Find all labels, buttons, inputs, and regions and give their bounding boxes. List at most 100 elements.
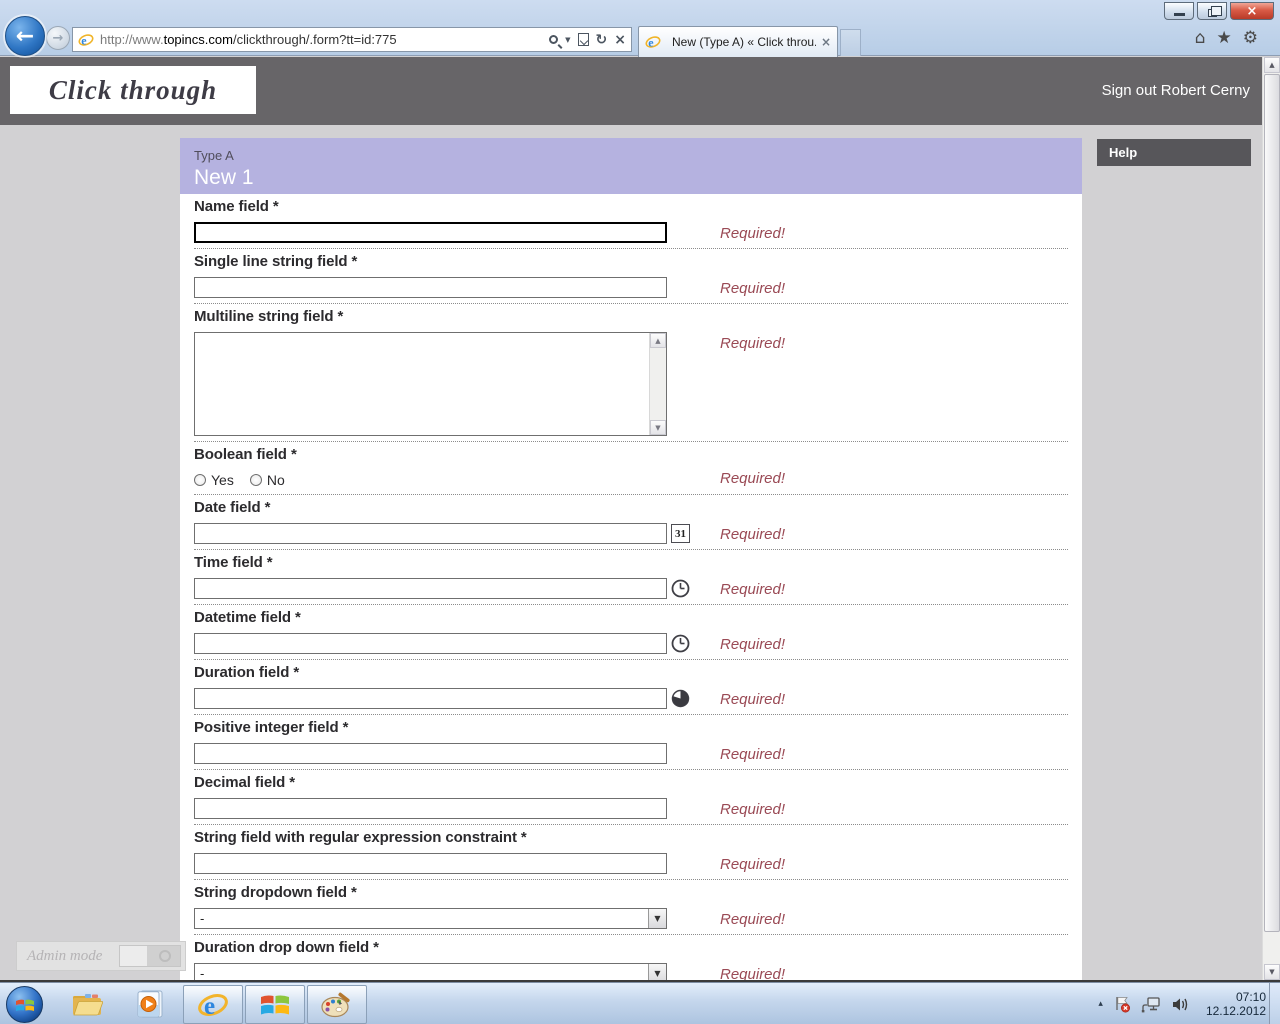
address-bar[interactable]: e http://www.topincs.com/clickthrough/.f… bbox=[72, 27, 632, 52]
site-logo[interactable]: Click through bbox=[10, 66, 256, 114]
field-label: String field with regular expression con… bbox=[194, 829, 1068, 847]
required-message: Required! bbox=[720, 636, 785, 653]
form-row-boolean: Boolean field * Yes No Required! bbox=[194, 442, 1068, 495]
scroll-up-icon[interactable]: ▲ bbox=[1264, 57, 1280, 73]
close-icon: × bbox=[1247, 4, 1258, 19]
toggle-knob-icon bbox=[159, 950, 171, 962]
internet-explorer-icon: e bbox=[197, 989, 229, 1021]
radio-option-yes[interactable]: Yes bbox=[194, 472, 234, 488]
page-scrollbar[interactable]: ▲ ▼ bbox=[1262, 57, 1280, 980]
form-row-duration-dropdown: Duration drop down field * - ▼ Required! bbox=[194, 935, 1068, 980]
tools-gear-icon[interactable]: ⚙ bbox=[1243, 28, 1258, 48]
home-icon[interactable]: ⌂ bbox=[1195, 28, 1206, 48]
forward-button[interactable]: → bbox=[46, 26, 70, 50]
tab-title: New (Type A) « Click throu... bbox=[672, 35, 816, 49]
media-player-button[interactable] bbox=[132, 989, 166, 1019]
stop-icon[interactable]: × bbox=[614, 32, 626, 48]
field-label: Time field * bbox=[194, 554, 1068, 572]
volume-icon[interactable] bbox=[1171, 996, 1190, 1013]
boolean-radio-group: Yes No bbox=[194, 471, 1068, 489]
show-desktop-button[interactable] bbox=[1269, 983, 1280, 1024]
calendar-icon[interactable]: 31 bbox=[671, 524, 690, 543]
radio-icon[interactable] bbox=[194, 474, 206, 486]
select-value: - bbox=[195, 966, 648, 980]
internet-explorer-taskbar-button[interactable]: e bbox=[183, 985, 243, 1024]
tray-expand-icon[interactable]: ▴ bbox=[1098, 999, 1103, 1009]
select-arrow-icon[interactable]: ▼ bbox=[648, 964, 666, 980]
decimal-field-input[interactable] bbox=[194, 798, 667, 819]
clock-icon[interactable] bbox=[671, 579, 690, 598]
required-message: Required! bbox=[720, 470, 785, 487]
multiline-string-textarea[interactable]: ▲ ▼ bbox=[194, 332, 667, 436]
single-line-string-input[interactable] bbox=[194, 277, 667, 298]
string-dropdown-select[interactable]: - ▼ bbox=[194, 908, 667, 929]
duration-field-input[interactable] bbox=[194, 688, 667, 709]
back-button[interactable]: ← bbox=[5, 16, 45, 56]
windows-app-taskbar-button[interactable] bbox=[245, 985, 305, 1024]
minimize-button[interactable] bbox=[1164, 2, 1194, 20]
help-button[interactable]: Help bbox=[1097, 139, 1251, 166]
favorites-star-icon[interactable]: ★ bbox=[1217, 28, 1232, 48]
select-arrow-icon[interactable]: ▼ bbox=[648, 909, 666, 928]
chevron-down-icon[interactable]: ▼ bbox=[565, 36, 570, 44]
scroll-up-icon[interactable]: ▲ bbox=[650, 333, 666, 348]
sign-out-link[interactable]: Sign out Robert Cerny bbox=[1102, 82, 1250, 99]
close-button[interactable]: × bbox=[1230, 2, 1274, 20]
radio-icon[interactable] bbox=[250, 474, 262, 486]
field-label: Datetime field * bbox=[194, 609, 1068, 627]
scroll-down-icon[interactable]: ▼ bbox=[650, 420, 666, 435]
time-field-input[interactable] bbox=[194, 578, 667, 599]
required-message: Required! bbox=[720, 581, 785, 598]
radio-option-no[interactable]: No bbox=[250, 472, 285, 488]
datetime-field-input[interactable] bbox=[194, 633, 667, 654]
select-value: - bbox=[195, 911, 648, 926]
refresh-icon[interactable]: ↻ bbox=[596, 32, 608, 48]
clock-icon[interactable] bbox=[671, 634, 690, 653]
restore-icon bbox=[1208, 9, 1217, 17]
admin-mode-label: Admin mode bbox=[17, 948, 119, 965]
media-player-icon bbox=[134, 989, 164, 1019]
start-button[interactable] bbox=[6, 986, 43, 1023]
address-bar-icons: ▼ ↻ × bbox=[549, 32, 626, 48]
windows-flag-icon bbox=[15, 997, 35, 1013]
form-row-regex-string: String field with regular expression con… bbox=[194, 825, 1068, 880]
taskbar-clock[interactable]: 07:10 12.12.2012 bbox=[1206, 990, 1266, 1018]
browser-tab[interactable]: e New (Type A) « Click throu... × bbox=[638, 26, 838, 57]
regex-string-input[interactable] bbox=[194, 853, 667, 874]
file-explorer-button[interactable] bbox=[70, 989, 104, 1019]
required-message: Required! bbox=[720, 856, 785, 873]
field-label: Date field * bbox=[194, 499, 1068, 517]
ie-favicon: e bbox=[78, 32, 94, 48]
date-field-input[interactable] bbox=[194, 523, 667, 544]
form-row-single-line: Single line string field * Required! bbox=[194, 249, 1068, 304]
action-center-flag-icon[interactable] bbox=[1113, 995, 1131, 1013]
scroll-down-icon[interactable]: ▼ bbox=[1264, 964, 1280, 980]
svg-text:e: e bbox=[648, 36, 654, 50]
new-tab-button[interactable] bbox=[840, 29, 861, 56]
positive-integer-input[interactable] bbox=[194, 743, 667, 764]
network-icon[interactable] bbox=[1141, 996, 1161, 1013]
duration-pie-icon[interactable] bbox=[671, 689, 690, 708]
required-message: Required! bbox=[720, 335, 785, 352]
admin-mode-toggle[interactable] bbox=[119, 945, 181, 967]
form-body: Name field * Required! Single line strin… bbox=[180, 194, 1082, 980]
paint-taskbar-button[interactable] bbox=[307, 985, 367, 1024]
compatibility-view-icon[interactable] bbox=[578, 33, 589, 46]
search-icon[interactable] bbox=[549, 35, 558, 44]
url-text[interactable]: http://www.topincs.com/clickthrough/.for… bbox=[100, 32, 549, 47]
textarea-scrollbar[interactable]: ▲ ▼ bbox=[649, 333, 666, 435]
svg-text:e: e bbox=[204, 993, 215, 1020]
restore-button[interactable] bbox=[1197, 2, 1227, 20]
svg-text:e: e bbox=[81, 33, 87, 47]
page-title: New 1 bbox=[194, 166, 1068, 190]
tab-close-icon[interactable]: × bbox=[821, 35, 831, 49]
duration-dropdown-select[interactable]: - ▼ bbox=[194, 963, 667, 980]
radio-label: No bbox=[267, 472, 285, 488]
scrollbar-thumb[interactable] bbox=[1264, 74, 1280, 932]
windows-logo-icon bbox=[260, 992, 290, 1018]
form-row-string-dropdown: String dropdown field * - ▼ Required! bbox=[194, 880, 1068, 935]
url-domain: topincs.com bbox=[164, 32, 233, 47]
name-field-input[interactable] bbox=[194, 222, 667, 243]
admin-mode-box: Admin mode bbox=[16, 941, 186, 971]
form-row-datetime: Datetime field * Required! bbox=[194, 605, 1068, 660]
